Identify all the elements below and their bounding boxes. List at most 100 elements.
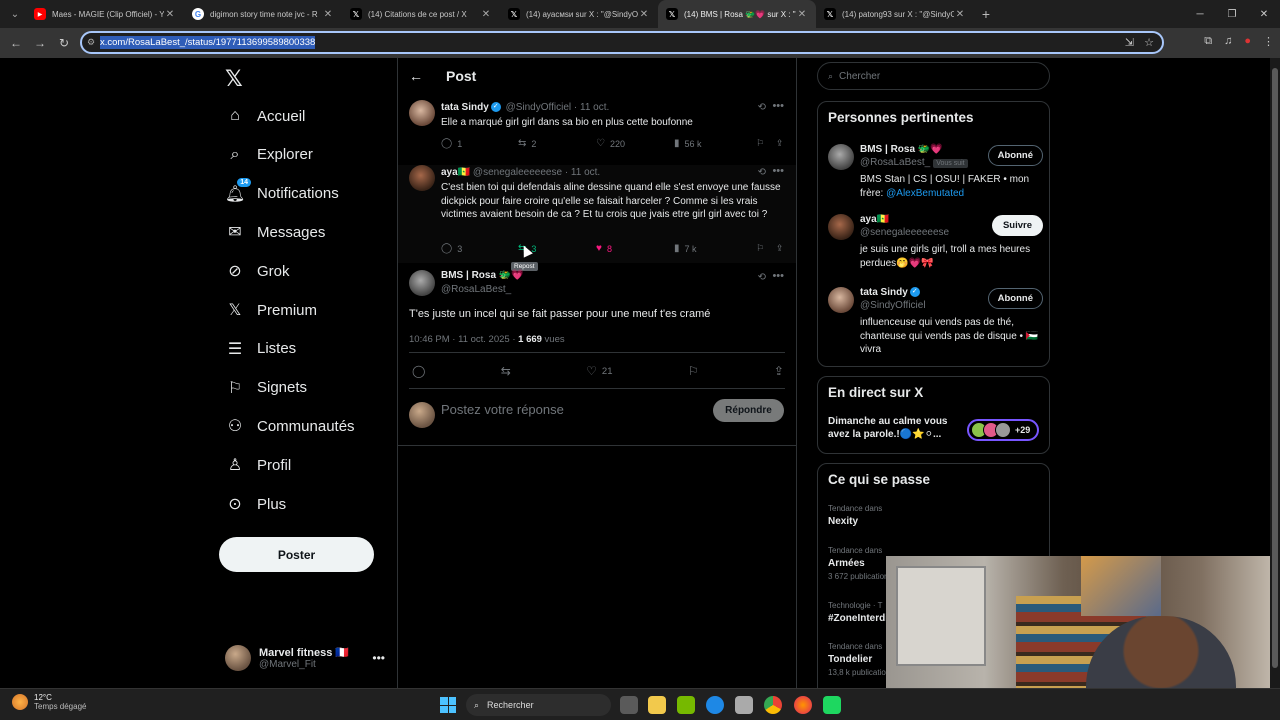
trend-item[interactable]: Tendance dans Nexity <box>828 504 888 530</box>
nvidia-icon[interactable] <box>677 696 695 714</box>
close-tab-icon[interactable]: ✕ <box>954 9 966 20</box>
reply-button[interactable]: ◯ <box>412 364 425 378</box>
close-tab-icon[interactable]: ✕ <box>322 9 334 20</box>
scrollbar-thumb[interactable] <box>1272 68 1278 668</box>
like-button[interactable]: ♥ 8 <box>596 243 674 254</box>
avatar[interactable] <box>828 287 854 313</box>
nav-item-communautés[interactable]: ⚇ Communautés <box>223 411 355 441</box>
person-name[interactable]: aya🇸🇳 <box>860 214 889 225</box>
avatar[interactable] <box>409 165 435 191</box>
account-switcher[interactable]: Marvel fitness 🇫🇷 @Marvel_Fit ••• <box>225 643 385 673</box>
taskbar-search[interactable]: ⌕ Rechercher <box>466 694 611 716</box>
nav-item-plus[interactable]: ⊙ Plus <box>223 489 286 519</box>
address-bar[interactable]: ⚙ x.com/RosaLaBest_/status/1977113699589… <box>80 31 1164 54</box>
more-dots-icon[interactable]: ••• <box>772 270 784 282</box>
more-dots-icon[interactable]: ••• <box>772 100 784 112</box>
file-explorer-icon[interactable] <box>648 696 666 714</box>
grok-icon[interactable]: ⟲ <box>758 272 766 283</box>
search-input[interactable]: ⌕ Chercher <box>817 62 1050 90</box>
timestamp-text[interactable]: 10:46 PM · 11 oct. 2025 · <box>409 334 518 345</box>
browser-tab[interactable]: 𝕏 (14) ayacмsи sur X : "@SindyOf ✕ <box>500 0 658 28</box>
grok-icon[interactable]: ⟲ <box>758 102 766 113</box>
avatar[interactable] <box>828 144 854 170</box>
site-info-icon[interactable]: ⚙ <box>82 37 100 48</box>
share-icon[interactable]: ⇪ <box>774 364 784 378</box>
nav-item-accueil[interactable]: ⌂ Accueil <box>223 101 305 131</box>
browser-tab[interactable]: 𝕏 (14) BMS | Rosa 🐲💗 sur X : " ✕ <box>658 0 816 28</box>
nav-item-premium[interactable]: 𝕏 Premium <box>223 295 317 325</box>
repost-button[interactable]: ⇆ 2 <box>518 138 596 149</box>
minimize-icon[interactable]: ─ <box>1184 0 1216 28</box>
reply-button[interactable]: ◯ 1 <box>441 138 518 149</box>
person-row[interactable]: aya🇸🇳 @senegaleeeeeese Suivre je suis un… <box>828 214 1043 274</box>
firefox-icon[interactable] <box>794 696 812 714</box>
nav-item-explorer[interactable]: ⌕ Explorer <box>223 140 313 170</box>
live-space-title[interactable]: Dimanche au calme vous avez la parole.!🔵… <box>828 415 968 441</box>
profile-avatar-icon[interactable]: ● <box>1244 35 1251 48</box>
bookmark-star-icon[interactable]: ☆ <box>1144 36 1154 49</box>
weather-widget[interactable]: 12°C Temps dégagé <box>12 693 86 711</box>
grok-icon[interactable]: ⟲ <box>758 167 766 178</box>
close-tab-icon[interactable]: ✕ <box>164 9 176 20</box>
browser-tab[interactable]: 𝕏 (14) Citations de ce post / X ✕ <box>342 0 500 28</box>
follow-button[interactable]: Suivre <box>991 215 1043 236</box>
like-button[interactable]: ♡ 21 <box>586 364 612 378</box>
trend-item[interactable]: Tendance dans Armées 3 672 publications <box>828 546 888 581</box>
author-handle[interactable]: @RosaLaBest_ <box>441 284 511 295</box>
nav-item-listes[interactable]: ☰ Listes <box>223 334 296 364</box>
nav-item-profil[interactable]: ♙ Profil <box>223 450 291 480</box>
more-dots-icon[interactable]: ••• <box>772 165 784 177</box>
extensions-icon[interactable]: ⧉ <box>1204 35 1212 48</box>
bookmark-icon[interactable]: ⚐ <box>756 243 776 254</box>
live-listeners[interactable]: +29 <box>967 419 1039 441</box>
tab-search-button[interactable]: ⌄ <box>4 3 26 25</box>
close-tab-icon[interactable]: ✕ <box>796 9 808 20</box>
windows-start-icon[interactable] <box>440 697 456 713</box>
page-scrollbar[interactable] <box>1270 58 1280 688</box>
url-text[interactable]: x.com/RosaLaBest_/status/197711369958980… <box>100 36 316 49</box>
media-icon[interactable]: ♫ <box>1224 35 1232 48</box>
author-handle[interactable]: @senegaleeeeeese <box>473 167 562 178</box>
person-row[interactable]: BMS | Rosa 🐲💗 @RosaLaBest_ Vous suit Abon… <box>828 144 1043 204</box>
store-icon[interactable] <box>735 696 753 714</box>
nav-item-messages[interactable]: ✉ Messages <box>223 217 325 247</box>
reply-button[interactable]: Répondre <box>713 399 784 422</box>
browser-tab[interactable]: 𝕏 (14) patong93 sur X : "@SindyO ✕ <box>816 0 974 28</box>
edge-icon[interactable] <box>706 696 724 714</box>
maximize-icon[interactable]: ❐ <box>1216 0 1248 28</box>
more-dots-icon[interactable]: ••• <box>372 651 385 665</box>
share-icon[interactable]: ⇪ <box>776 138 784 149</box>
views-button[interactable]: ▮ 56 k <box>674 138 756 149</box>
nav-item-grok[interactable]: ⊘ Grok <box>223 256 289 286</box>
avatar[interactable] <box>409 270 435 296</box>
author-handle[interactable]: @SindyOfficiel <box>506 102 572 113</box>
install-app-icon[interactable]: ⇲ <box>1125 36 1134 49</box>
parent-tweet[interactable]: aya🇸🇳 @senegaleeeeeese · 11 oct. ⟲ ••• C… <box>398 165 796 271</box>
trend-item[interactable]: Tendance dans Tondelier 13,8 k publication… <box>828 642 888 677</box>
repost-button[interactable]: ⇆ <box>501 364 511 378</box>
avatar[interactable] <box>828 214 854 240</box>
close-tab-icon[interactable]: ✕ <box>638 9 650 20</box>
author-name[interactable]: aya🇸🇳 <box>441 167 470 178</box>
trend-item[interactable]: Technologie · T #ZoneInterdite <box>828 601 888 627</box>
share-icon[interactable]: ⇪ <box>776 243 784 254</box>
author-name[interactable]: tata Sindy <box>441 102 489 113</box>
author-name[interactable]: BMS | Rosa 🐲💗 <box>441 270 524 281</box>
bookmark-icon[interactable]: ⚐ <box>756 138 776 149</box>
reload-icon[interactable]: ↻ <box>52 36 76 50</box>
back-icon[interactable]: ← <box>4 36 28 50</box>
person-name[interactable]: BMS | Rosa 🐲💗 <box>860 144 943 155</box>
avatar[interactable] <box>409 100 435 126</box>
chrome-icon[interactable] <box>764 696 782 714</box>
bio-link[interactable]: @AlexBemutated <box>886 188 964 199</box>
forward-icon[interactable]: → <box>28 36 52 50</box>
nav-item-signets[interactable]: ⚐ Signets <box>223 373 307 403</box>
close-window-icon[interactable]: ✕ <box>1248 0 1280 28</box>
person-name[interactable]: tata Sindy ✓ <box>860 287 922 298</box>
live-card[interactable]: En direct sur X Dimanche au calme vous a… <box>817 376 1050 454</box>
reply-input[interactable]: Postez votre réponse <box>441 402 564 417</box>
bookmark-icon[interactable]: ⚐ <box>688 364 699 378</box>
reply-button[interactable]: ◯ 3 <box>441 243 518 254</box>
back-arrow-icon[interactable]: ← <box>398 68 434 84</box>
close-tab-icon[interactable]: ✕ <box>480 9 492 20</box>
